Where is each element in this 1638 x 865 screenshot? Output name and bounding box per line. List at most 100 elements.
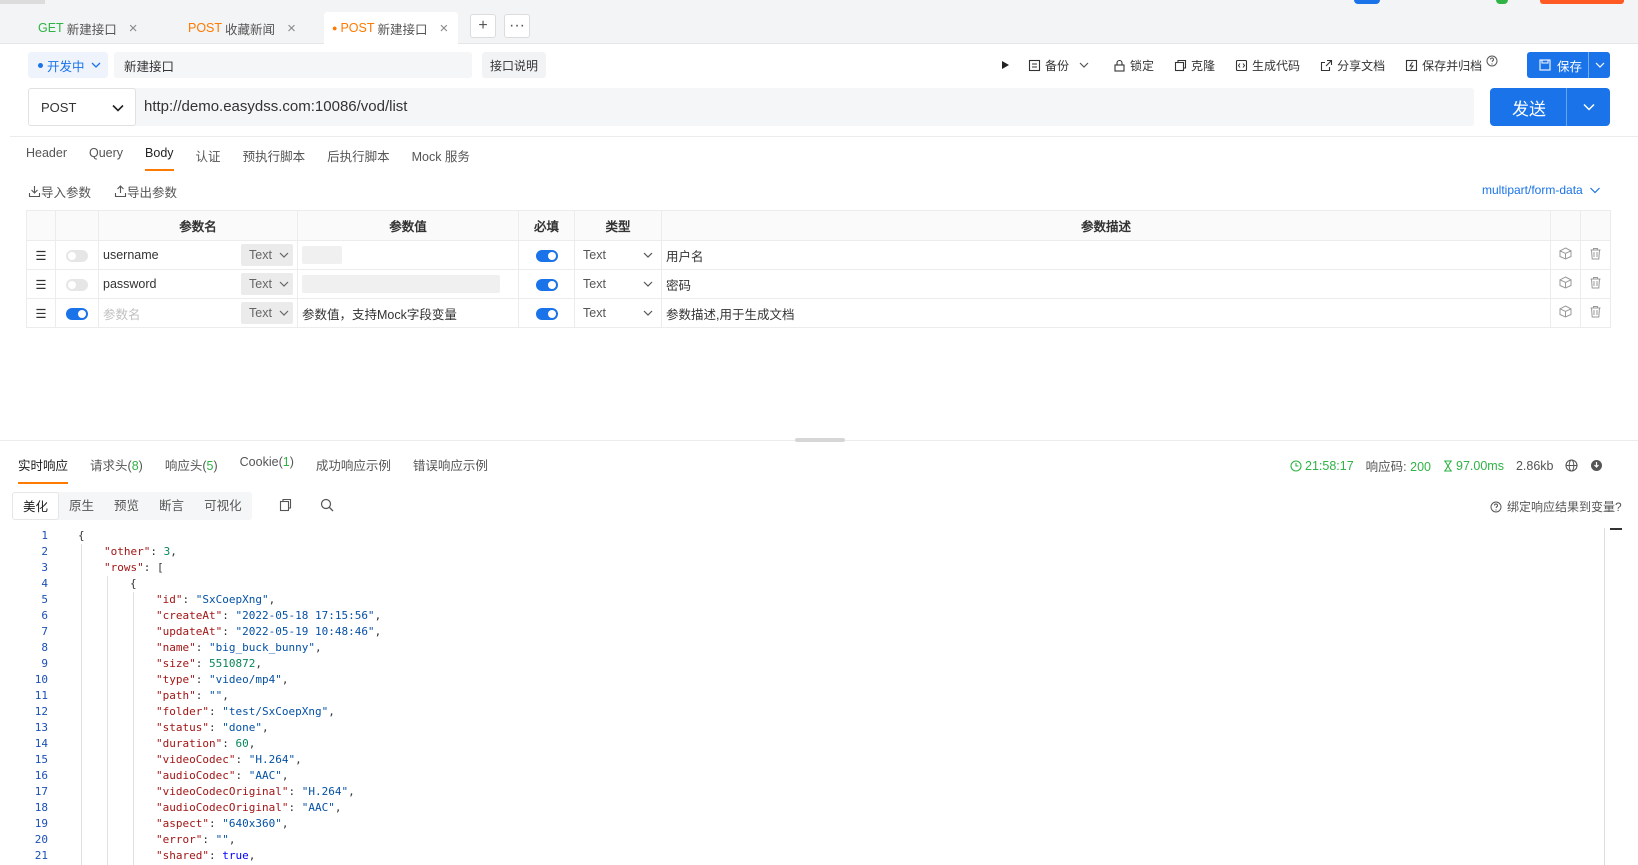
send-dropdown[interactable] xyxy=(1566,88,1610,126)
tab-success-example[interactable]: 成功响应示例 xyxy=(316,455,391,484)
globe-icon[interactable] xyxy=(1565,459,1579,472)
value-kind-select[interactable]: Text xyxy=(241,302,293,324)
url-input[interactable]: http://demo.easydss.com:10086/vod/list xyxy=(144,98,407,115)
drag-handle-icon[interactable]: ☰ xyxy=(26,240,56,270)
add-tab-button[interactable]: + xyxy=(470,14,496,38)
required-toggle[interactable] xyxy=(535,278,558,291)
status-dot-icon xyxy=(38,62,43,68)
param-name[interactable]: username xyxy=(103,248,159,262)
tab-post-favorite-news[interactable]: POST 收藏新闻 × xyxy=(188,14,296,42)
type-select[interactable]: Text xyxy=(579,248,657,262)
table-row: ☰ password Text Text 密码 xyxy=(26,269,1611,299)
tab-cookie[interactable]: Cookie(1) xyxy=(240,455,294,484)
search-icon[interactable] xyxy=(320,498,334,512)
tab-post-script[interactable]: 后执行脚本 xyxy=(327,146,390,171)
param-value-input[interactable]: 参数值，支持Mock字段变量 xyxy=(297,298,519,328)
response-duration: 97.00ms xyxy=(1443,459,1504,473)
save-button[interactable]: 保存 xyxy=(1527,52,1610,78)
status-dropdown[interactable]: 开发中 xyxy=(28,52,108,78)
cube-icon[interactable] xyxy=(1559,305,1572,318)
enable-toggle[interactable] xyxy=(66,278,88,291)
cube-icon[interactable] xyxy=(1559,247,1572,260)
value-kind-select[interactable]: Text xyxy=(241,273,293,295)
trash-icon[interactable] xyxy=(1589,276,1602,289)
save-archive-button[interactable]: 保存并归档 xyxy=(1405,55,1502,74)
response-code-viewer[interactable]: 1{2 "other": 3, 3 "rows": [4{5 "id": "SxCoep… xyxy=(12,528,1610,865)
col-required: 必填 xyxy=(518,210,575,241)
tab-method: POST xyxy=(188,21,223,35)
help-icon[interactable] xyxy=(1486,55,1498,67)
export-params-button[interactable]: 导出参数 xyxy=(114,182,177,201)
send-button[interactable]: 发送 xyxy=(1490,88,1610,126)
api-description-button[interactable]: 接口说明 xyxy=(482,52,546,78)
param-description[interactable]: 用户名 xyxy=(661,240,1551,270)
tab-query[interactable]: Query xyxy=(89,146,123,171)
enable-toggle[interactable] xyxy=(66,249,88,262)
backup-dropdown[interactable] xyxy=(1079,60,1093,70)
param-value-redacted[interactable] xyxy=(302,246,342,264)
tab-header[interactable]: Header xyxy=(26,146,67,171)
param-name-input[interactable]: 参数名 xyxy=(103,304,141,323)
more-tabs-button[interactable]: ··· xyxy=(504,14,530,38)
method-select[interactable]: POST xyxy=(28,88,136,126)
tab-preview[interactable]: 预览 xyxy=(104,492,149,520)
tab-pretty[interactable]: 美化 xyxy=(12,492,60,520)
tab-pre-script[interactable]: 预执行脚本 xyxy=(243,146,306,171)
request-tab-bar: GET 新建接口 × POST 收藏新闻 × ● POST 新建接口 × + ·… xyxy=(0,0,1638,44)
drag-handle-icon[interactable]: ☰ xyxy=(26,298,56,328)
bind-response-variable[interactable]: 绑定响应结果到变量? xyxy=(1490,498,1622,515)
copy-icon[interactable] xyxy=(279,498,292,512)
value-kind-select[interactable]: Text xyxy=(241,244,293,266)
code-line: 13 "status": "done", xyxy=(12,720,1610,736)
close-icon[interactable]: × xyxy=(440,20,449,37)
cube-icon[interactable] xyxy=(1559,276,1572,289)
tab-error-example[interactable]: 错误响应示例 xyxy=(413,455,488,484)
backup-button[interactable]: 备份 xyxy=(1028,57,1069,74)
tab-visualize[interactable]: 可视化 xyxy=(194,492,252,520)
tab-post-new-api-active[interactable]: ● POST 新建接口 × xyxy=(324,12,459,44)
param-name[interactable]: password xyxy=(103,277,157,291)
share-doc-button[interactable]: 分享文档 xyxy=(1320,57,1385,74)
param-description[interactable]: 密码 xyxy=(661,269,1551,299)
user-avatar-edge[interactable] xyxy=(1354,0,1380,4)
param-description-input[interactable]: 参数描述,用于生成文档 xyxy=(661,298,1551,328)
trash-icon[interactable] xyxy=(1589,247,1602,260)
tab-auth[interactable]: 认证 xyxy=(196,146,221,171)
run-button[interactable] xyxy=(1000,60,1014,70)
splitter-handle[interactable] xyxy=(795,438,845,442)
lock-button[interactable]: 锁定 xyxy=(1113,57,1154,74)
tab-body[interactable]: Body xyxy=(145,146,174,171)
drag-handle-icon[interactable]: ☰ xyxy=(26,269,56,299)
scroll-thumb[interactable] xyxy=(1610,528,1622,530)
clone-button[interactable]: 克隆 xyxy=(1174,57,1215,74)
type-select[interactable]: Text xyxy=(579,277,657,291)
upgrade-button-edge[interactable] xyxy=(1540,0,1624,4)
tab-mock[interactable]: Mock 服务 xyxy=(412,146,470,171)
save-dropdown[interactable] xyxy=(1588,52,1610,78)
trash-icon[interactable] xyxy=(1589,305,1602,318)
api-name-input[interactable]: 新建接口 xyxy=(114,52,472,78)
code-scrollbar[interactable] xyxy=(1604,528,1610,865)
content-type-dropdown[interactable]: multipart/form-data xyxy=(1482,183,1601,197)
code-text: "audioCodec": "AAC", xyxy=(156,769,289,782)
code-line: 3 "rows": [ xyxy=(12,560,1610,576)
send-label: 发送 xyxy=(1512,99,1546,119)
param-value-redacted[interactable] xyxy=(302,275,500,293)
chevron-down-icon xyxy=(279,281,289,287)
tab-assert[interactable]: 断言 xyxy=(149,492,194,520)
required-toggle[interactable] xyxy=(535,249,558,262)
tab-live-response[interactable]: 实时响应 xyxy=(18,455,69,484)
enable-toggle[interactable] xyxy=(66,307,88,320)
tab-request-headers[interactable]: 请求头(8) xyxy=(90,455,143,484)
close-icon[interactable]: × xyxy=(287,20,296,37)
required-toggle[interactable] xyxy=(535,307,558,320)
tab-response-headers[interactable]: 响应头(5) xyxy=(165,455,218,484)
tab-get-new-api[interactable]: GET 新建接口 × xyxy=(38,14,137,42)
import-params-button[interactable]: 导入参数 xyxy=(28,182,91,201)
type-select[interactable]: Text xyxy=(579,306,657,320)
close-icon[interactable]: × xyxy=(129,20,138,37)
import-params-label: 导入参数 xyxy=(41,186,92,200)
generate-code-button[interactable]: 生成代码 xyxy=(1235,57,1300,74)
tab-raw[interactable]: 原生 xyxy=(59,492,104,520)
download-icon[interactable] xyxy=(1590,459,1603,472)
